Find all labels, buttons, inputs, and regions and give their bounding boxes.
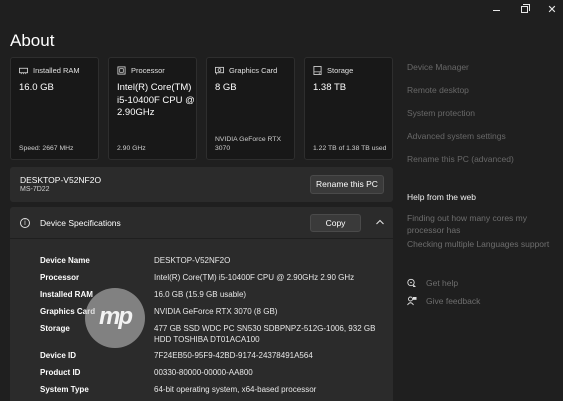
spec-value: 16.0 GB (15.9 GB usable)	[154, 290, 247, 299]
link-remote-desktop[interactable]: Remote desktop	[407, 85, 469, 95]
pc-name: DESKTOP-V52NF2O	[20, 175, 102, 185]
spec-value: 00330-80000-00000-AA800	[154, 368, 253, 377]
card-label: Storage	[327, 66, 354, 75]
spec-label: Device Name	[40, 256, 90, 265]
get-help-label: Get help	[426, 278, 459, 288]
maximize-button[interactable]	[514, 3, 534, 17]
storage-icon	[313, 66, 322, 75]
card-label: Processor	[131, 66, 165, 75]
spec-label: Product ID	[40, 368, 81, 377]
device-specifications-title: Device Specifications	[40, 218, 121, 228]
card-graphics-card: Graphics Card 8 GB NVIDIA GeForce RTX 30…	[206, 57, 295, 160]
info-icon: i	[20, 218, 30, 228]
device-name-row: DESKTOP-V52NF2O MS-7D22 Rename this PC	[10, 167, 393, 202]
watermark-logo: mp	[85, 288, 145, 348]
device-specifications-header[interactable]: i Device Specifications Copy	[10, 207, 393, 239]
web-link-cores[interactable]: Finding out how many cores my processor …	[407, 212, 557, 236]
card-value: 1.38 TB	[313, 82, 347, 93]
close-button[interactable]: ✕	[542, 3, 562, 17]
card-value: 16.0 GB	[19, 82, 54, 93]
card-foot: 1.22 TB of 1.38 TB used	[313, 145, 387, 152]
copy-button[interactable]: Copy	[310, 214, 361, 232]
give-feedback-label: Give feedback	[426, 296, 481, 306]
spec-value: 477 GB SSD WDC PC SN530 SDBPNPZ-512G-100…	[154, 324, 376, 344]
spec-label: Processor	[40, 273, 80, 282]
close-icon: ✕	[547, 4, 557, 16]
card-processor: Processor Intel(R) Core(TM) i5-10400F CP…	[108, 57, 197, 160]
card-foot: NVIDIA GeForce RTX 3070	[215, 136, 281, 152]
spec-label: System Type	[40, 385, 89, 394]
spec-value: Intel(R) Core(TM) i5-10400F CPU @ 2.90GH…	[154, 273, 355, 282]
processor-icon	[117, 66, 126, 75]
card-label: Installed RAM	[33, 66, 80, 75]
give-feedback-link[interactable]: Give feedback	[407, 296, 480, 306]
card-foot: Speed: 2667 MHz	[19, 145, 74, 152]
link-device-manager[interactable]: Device Manager	[407, 62, 469, 72]
card-installed-ram: Installed RAM 16.0 GB Speed: 2667 MHz	[10, 57, 99, 160]
spec-value: DESKTOP-V52NF2O	[154, 256, 231, 265]
get-help-link[interactable]: Get help	[407, 278, 458, 288]
link-rename-pc-advanced[interactable]: Rename this PC (advanced)	[407, 154, 514, 164]
card-label: Graphics Card	[229, 66, 278, 75]
spec-cards: Installed RAM 16.0 GB Speed: 2667 MHz Pr…	[10, 57, 393, 160]
minimize-icon	[492, 9, 500, 11]
minimize-button[interactable]	[486, 3, 506, 17]
card-value: Intel(R) Core(TM) i5-10400F CPU @ 2.90GH…	[117, 82, 195, 118]
chevron-up-icon[interactable]	[374, 216, 386, 228]
graphics-card-icon	[215, 66, 224, 75]
restore-icon	[520, 4, 530, 13]
give-feedback-icon	[407, 296, 417, 306]
card-storage: Storage 1.38 TB 1.22 TB of 1.38 TB used	[304, 57, 393, 160]
ram-icon	[19, 67, 28, 75]
device-specifications-panel: i Device Specifications Copy Device Name…	[10, 207, 393, 401]
link-system-protection[interactable]: System protection	[407, 108, 475, 118]
web-link-languages[interactable]: Checking multiple Languages support	[407, 238, 557, 250]
title-bar: ✕	[0, 0, 563, 22]
card-value: 8 GB	[215, 82, 237, 93]
link-advanced-system-settings[interactable]: Advanced system settings	[407, 131, 506, 141]
card-foot: 2.90 GHz	[117, 145, 146, 152]
spec-value: 7F24EB50-95F9-42BD-9174-24378491A564	[154, 351, 313, 360]
spec-value: 64-bit operating system, x64-based proce…	[154, 385, 317, 394]
help-from-web-heading: Help from the web	[407, 192, 476, 202]
spec-label: Device ID	[40, 351, 77, 360]
pc-model: MS-7D22	[20, 186, 50, 193]
page-title: About	[10, 31, 55, 50]
spec-value: NVIDIA GeForce RTX 3070 (8 GB)	[154, 307, 278, 316]
get-help-icon	[407, 278, 416, 287]
rename-pc-button[interactable]: Rename this PC	[310, 175, 384, 194]
